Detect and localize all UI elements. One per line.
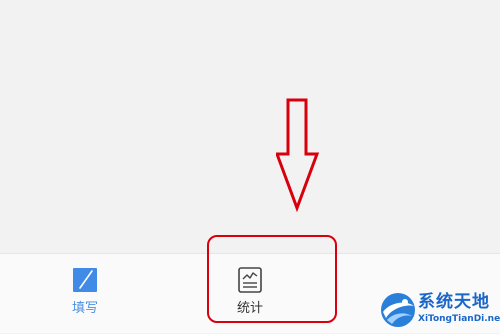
main-content-area — [0, 0, 500, 253]
tab-fill-label: 填写 — [71, 301, 98, 316]
down-arrow-annotation — [276, 98, 320, 212]
highlight-box — [207, 235, 337, 323]
edit-pen-icon — [73, 268, 97, 292]
watermark-logo: 系统天地 XiTongTianDi.net — [378, 288, 500, 332]
tab-fill[interactable]: 填写 — [55, 254, 115, 334]
watermark-url: XiTongTianDi.net — [418, 314, 500, 324]
globe-logo-icon — [381, 293, 415, 327]
watermark-title: 系统天地 — [418, 292, 490, 312]
